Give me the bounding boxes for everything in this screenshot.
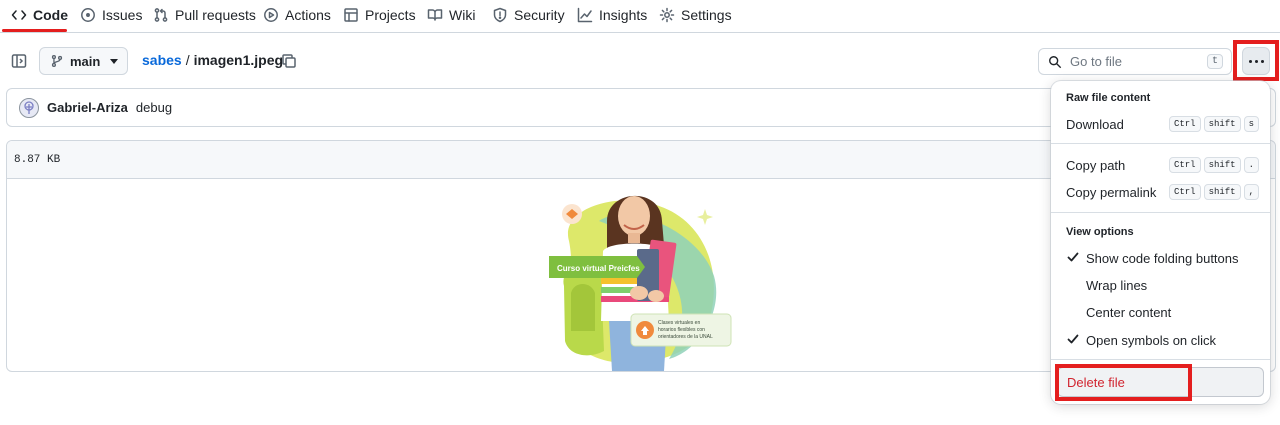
tab-code[interactable]: Code	[11, 0, 68, 30]
file-size: 8.87 KB	[14, 153, 61, 166]
copy-icon	[282, 54, 296, 68]
kbd-key: shift	[1203, 116, 1241, 132]
menu-item-center-content-label: Center content	[1086, 304, 1172, 320]
tab-projects-label: Projects	[365, 7, 416, 23]
commit-author[interactable]: Gabriel-Ariza	[47, 100, 128, 115]
branch-name: main	[70, 53, 101, 69]
table-icon	[344, 8, 358, 22]
copy-permalink-shortcut: Ctrl shift ,	[1168, 184, 1259, 200]
git-pull-request-icon	[154, 8, 168, 22]
tab-security[interactable]: Security	[492, 0, 565, 30]
preview-badge-text: Curso virtual Preicfes	[557, 264, 640, 273]
tab-projects[interactable]: Projects	[343, 0, 416, 30]
code-icon	[11, 10, 27, 20]
go-to-file-input[interactable]	[1070, 54, 1200, 69]
go-to-file-shortcut: t	[1206, 54, 1223, 69]
preview-info-line-2: horarios flexibles con	[658, 327, 705, 333]
menu-item-open-symbols-label: Open symbols on click	[1086, 332, 1217, 348]
kbd-key: Ctrl	[1168, 157, 1201, 173]
menu-divider	[1051, 212, 1270, 213]
avatar[interactable]	[19, 97, 39, 118]
commit-message[interactable]: debug	[136, 100, 172, 115]
menu-item-copy-path[interactable]: Copy path Ctrl shift .	[1057, 152, 1265, 178]
copy-path-button[interactable]	[281, 53, 297, 69]
go-to-file: t	[1038, 48, 1232, 75]
more-options-menu: Raw file content Download Ctrl shift s C…	[1051, 81, 1270, 404]
tab-insights-label: Insights	[599, 7, 648, 23]
tab-wiki-label: Wiki	[449, 7, 476, 23]
active-tab-underline	[2, 29, 67, 32]
sidebar-toggle-button[interactable]	[9, 52, 29, 70]
more-options-button[interactable]	[1242, 47, 1270, 75]
kbd-key: .	[1243, 157, 1259, 173]
branch-select-button[interactable]: main	[39, 47, 128, 75]
menu-item-wrap-lines-label: Wrap lines	[1086, 277, 1148, 293]
menu-item-download[interactable]: Download Ctrl shift s	[1057, 111, 1265, 137]
menu-section-view: View options	[1066, 226, 1134, 238]
kbd-key: Ctrl	[1168, 184, 1201, 200]
menu-item-copy-path-label: Copy path	[1066, 157, 1126, 173]
issue-opened-icon	[81, 8, 95, 22]
kebab-horizontal-icon	[1248, 59, 1252, 63]
menu-divider	[1051, 143, 1270, 144]
preview-info-line-3: orientadores de la UNAL	[658, 334, 713, 340]
breadcrumb-file-name: imagen1.jpeg	[193, 52, 284, 68]
download-shortcut: Ctrl shift s	[1168, 116, 1259, 132]
tab-pull-requests[interactable]: Pull requests	[153, 0, 256, 30]
tab-code-label: Code	[33, 7, 68, 23]
tab-wiki[interactable]: Wiki	[427, 0, 475, 30]
shield-icon	[493, 7, 507, 23]
check-icon	[1066, 250, 1080, 264]
menu-section-raw: Raw file content	[1066, 92, 1151, 104]
copy-path-shortcut: Ctrl shift .	[1168, 157, 1259, 173]
image-preview: Curso virtual Preicfes Clases virtuales …	[549, 195, 732, 371]
play-icon	[264, 8, 278, 22]
git-branch-icon	[51, 55, 63, 67]
delete-file-label: Delete file	[1067, 374, 1125, 390]
avatar-image	[24, 100, 34, 114]
kbd-key: Ctrl	[1168, 116, 1201, 132]
menu-divider	[1051, 359, 1270, 360]
menu-item-copy-permalink[interactable]: Copy permalink Ctrl shift ,	[1057, 179, 1265, 205]
delete-file-button[interactable]: Delete file	[1057, 367, 1264, 397]
preview-info-line-1: Clases virtuales en	[658, 320, 700, 326]
breadcrumb-separator: /	[185, 52, 190, 68]
book-icon	[427, 9, 443, 21]
graph-icon	[577, 7, 593, 23]
kbd-key: shift	[1203, 184, 1241, 200]
kbd-key: s	[1243, 116, 1259, 132]
kbd-key: shift	[1203, 157, 1241, 173]
menu-item-copy-permalink-label: Copy permalink	[1066, 184, 1157, 200]
gear-icon	[659, 7, 675, 23]
kbd-key: ,	[1243, 184, 1259, 200]
check-icon	[1066, 332, 1080, 346]
tab-issues[interactable]: Issues	[80, 0, 142, 30]
menu-item-center-content[interactable]: Center content	[1057, 299, 1265, 325]
tab-pull-requests-label: Pull requests	[175, 7, 256, 23]
tab-actions[interactable]: Actions	[263, 0, 331, 30]
tab-issues-label: Issues	[102, 7, 143, 23]
menu-item-wrap-lines[interactable]: Wrap lines	[1057, 272, 1265, 298]
tab-insights[interactable]: Insights	[577, 0, 647, 30]
breadcrumb: sabes / imagen1.jpeg	[142, 52, 283, 68]
tab-settings[interactable]: Settings	[659, 0, 732, 30]
tab-settings-label: Settings	[681, 7, 732, 23]
search-icon	[1049, 55, 1062, 68]
chevron-down-icon	[110, 58, 119, 64]
menu-item-code-folding[interactable]: Show code folding buttons	[1057, 245, 1265, 271]
sidebar-expand-icon	[11, 54, 27, 68]
menu-item-download-label: Download	[1066, 116, 1124, 132]
menu-item-open-symbols[interactable]: Open symbols on click	[1057, 327, 1265, 353]
tab-security-label: Security	[514, 7, 565, 23]
menu-item-code-folding-label: Show code folding buttons	[1086, 250, 1239, 266]
breadcrumb-repo-link[interactable]: sabes	[142, 52, 182, 68]
tab-actions-label: Actions	[285, 7, 331, 23]
repo-nav: Code Issues Pull requests Actions Projec…	[0, 0, 1280, 33]
